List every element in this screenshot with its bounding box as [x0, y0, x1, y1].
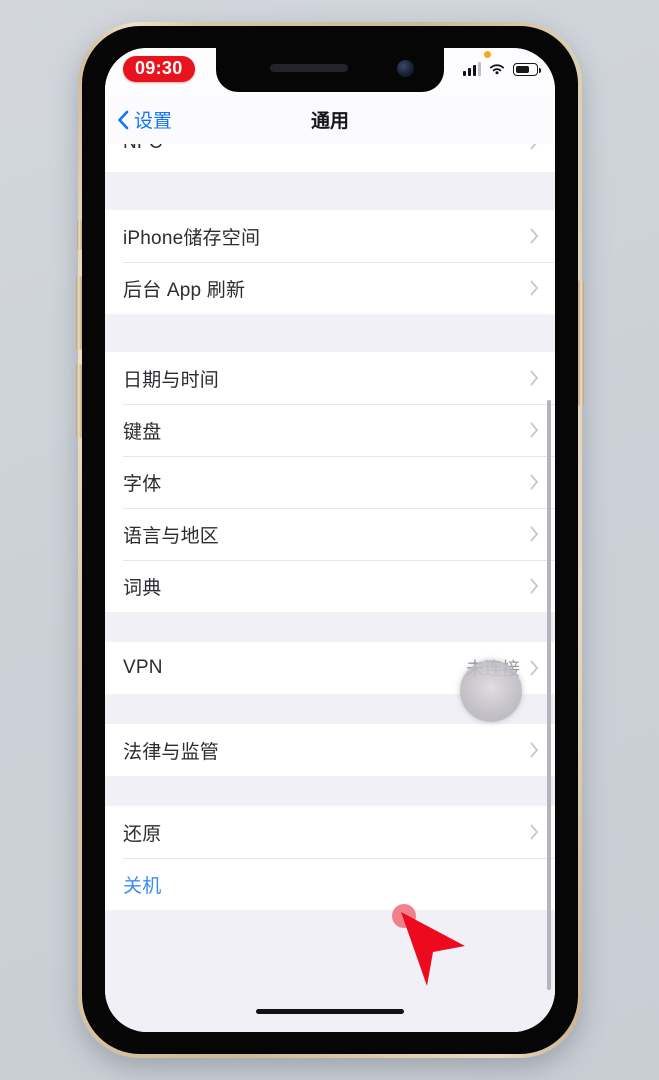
navigation-bar: 设置 通用: [105, 95, 555, 144]
settings-group-reset: 还原 关机: [105, 806, 555, 910]
iphone-device: 09:30 设置 通用 iPhone储存空间 后台 App 刷新 日期与时间 键…: [76, 22, 584, 1058]
table-row[interactable]: NFC: [105, 144, 555, 172]
chevron-right-icon: [530, 422, 538, 438]
row-label: 法律与监管: [123, 741, 220, 763]
row-label: 字体: [123, 473, 162, 495]
row-accessory: [530, 824, 539, 840]
chevron-right-icon: [530, 228, 538, 244]
chevron-right-icon: [530, 370, 538, 386]
row-accessory: [530, 742, 539, 758]
group-separator: [105, 172, 555, 210]
table-row-shutdown[interactable]: 关机: [105, 858, 555, 910]
table-row[interactable]: 键盘: [105, 404, 555, 456]
row-label: 关机: [123, 875, 162, 897]
table-row[interactable]: 日期与时间: [105, 352, 555, 404]
row-accessory: [530, 280, 539, 296]
row-accessory: [530, 144, 539, 150]
settings-group-partial: NFC: [105, 144, 555, 172]
table-row[interactable]: iPhone储存空间: [105, 210, 555, 262]
chevron-right-icon: [530, 526, 538, 542]
table-row[interactable]: 语言与地区: [105, 508, 555, 560]
vertical-scrollbar[interactable]: [547, 400, 551, 990]
group-separator: [105, 910, 555, 956]
page-title: 通用: [310, 111, 349, 132]
settings-group-legal: 法律与监管: [105, 724, 555, 776]
table-row[interactable]: 法律与监管: [105, 724, 555, 776]
row-label: iPhone储存空间: [123, 227, 261, 249]
chevron-right-icon: [530, 578, 538, 594]
red-arrow-cursor: [392, 904, 465, 986]
row-accessory: [530, 370, 539, 386]
wifi-icon: [490, 64, 504, 75]
row-label: 日期与时间: [123, 369, 220, 391]
touch-tap-indicator: [460, 660, 522, 722]
screenshot-root: 09:30 设置 通用 iPhone储存空间 后台 App 刷新 日期与时间 键…: [0, 0, 659, 1080]
row-accessory: [530, 228, 539, 244]
power-button[interactable]: [578, 280, 584, 406]
back-button-label: 设置: [134, 111, 173, 132]
row-label: 后台 App 刷新: [123, 279, 246, 301]
chevron-left-icon: [118, 110, 129, 129]
notch: [216, 48, 444, 92]
table-row[interactable]: 后台 App 刷新: [105, 262, 555, 314]
settings-group-localization: 日期与时间 键盘 字体 语言与地区 词典: [105, 352, 555, 612]
table-row[interactable]: 还原: [105, 806, 555, 858]
settings-list[interactable]: NFC iPhone储存空间: [105, 144, 555, 1032]
status-icons: [463, 62, 542, 76]
chevron-right-icon: [530, 824, 538, 840]
device-bezel: 09:30 设置 通用 iPhone储存空间 后台 App 刷新 日期与时间 键…: [82, 26, 578, 1054]
chevron-right-icon: [530, 280, 538, 296]
chevron-right-icon: [530, 742, 538, 758]
group-separator: [105, 314, 555, 352]
row-accessory: [530, 474, 539, 490]
row-label: 键盘: [123, 421, 162, 443]
device-screen: 09:30 设置 通用 iPhone储存空间 后台 App 刷新 日期与时间 键…: [105, 48, 555, 1032]
signal-bars-icon: [463, 62, 481, 76]
row-accessory: [530, 422, 539, 438]
home-indicator[interactable]: [256, 1009, 404, 1014]
row-accessory: [530, 526, 539, 542]
row-label: 语言与地区: [123, 525, 220, 547]
row-accessory: [530, 578, 539, 594]
recording-time-pill[interactable]: 09:30: [123, 56, 195, 82]
settings-group-storage: iPhone储存空间 后台 App 刷新: [105, 210, 555, 314]
table-row[interactable]: 词典: [105, 560, 555, 612]
row-label: VPN: [123, 657, 163, 678]
chevron-right-icon: [530, 474, 538, 490]
row-label: NFC: [123, 144, 163, 154]
chevron-right-icon: [530, 144, 537, 150]
battery-icon: [513, 63, 542, 76]
group-separator: [105, 612, 555, 642]
group-separator: [105, 776, 555, 806]
row-label: 还原: [123, 823, 162, 845]
earpiece-speaker-icon: [270, 64, 348, 72]
table-row[interactable]: 字体: [105, 456, 555, 508]
row-label: 词典: [123, 577, 162, 599]
front-camera-icon: [397, 60, 414, 77]
privacy-dot-icon: [484, 51, 491, 58]
chevron-right-icon: [530, 660, 538, 676]
back-button[interactable]: 设置: [117, 106, 172, 133]
